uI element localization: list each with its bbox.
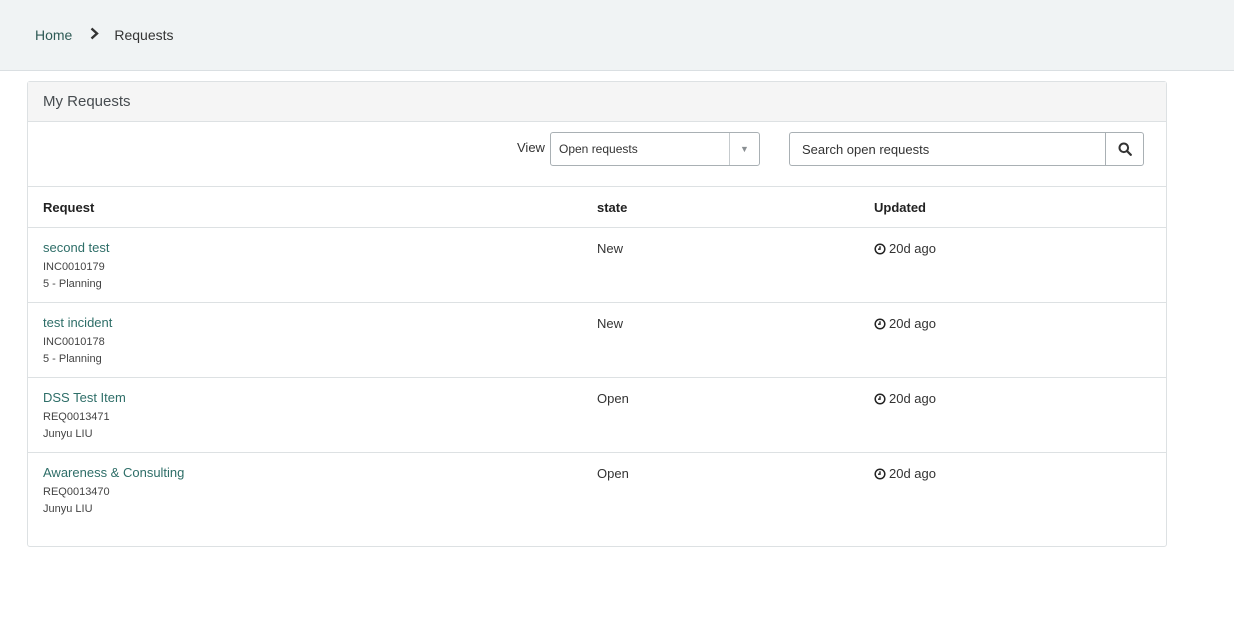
request-updated: 20d ago [874, 391, 936, 406]
table-header: Request state Updated [28, 187, 1166, 228]
request-updated: 20d ago [874, 241, 936, 256]
breadcrumb-home-link[interactable]: Home [35, 27, 72, 43]
request-title-link[interactable]: test incident [43, 315, 112, 330]
request-state: New [597, 241, 624, 256]
request-updated-text: 20d ago [889, 316, 936, 331]
request-title-link[interactable]: Awareness & Consulting [43, 465, 184, 480]
request-subtitle: Junyu LIU [43, 428, 93, 440]
top-bar: Home Requests [0, 0, 1234, 71]
table-row: DSS Test Item REQ0013471 Junyu LIU Open … [28, 378, 1166, 453]
search-icon [1118, 142, 1132, 156]
requests-toolbar: View Open requests ▼ [28, 122, 1166, 187]
request-subtitle: Junyu LIU [43, 503, 93, 515]
my-requests-panel: My Requests View Open requests ▼ Request… [27, 81, 1167, 547]
request-updated-text: 20d ago [889, 466, 936, 481]
request-updated: 20d ago [874, 316, 936, 331]
header-state: state [597, 200, 628, 215]
panel-title: My Requests [28, 82, 1166, 122]
request-state: New [597, 316, 624, 331]
request-state: Open [597, 391, 629, 406]
request-subtitle: 5 - Planning [43, 278, 102, 290]
breadcrumb: Home Requests [35, 27, 174, 43]
request-subtitle: 5 - Planning [43, 353, 102, 365]
table-row: test incident INC0010178 5 - Planning Ne… [28, 303, 1166, 378]
request-number: REQ0013470 [43, 486, 110, 498]
search-group [789, 132, 1144, 166]
request-number: INC0010179 [43, 261, 105, 273]
request-updated-text: 20d ago [889, 241, 936, 256]
view-select-value: Open requests [559, 142, 638, 156]
clock-icon [874, 317, 886, 330]
breadcrumb-current: Requests [114, 27, 174, 43]
search-input[interactable] [789, 132, 1105, 166]
caret-down-icon[interactable]: ▼ [729, 133, 759, 165]
request-updated-text: 20d ago [889, 391, 936, 406]
header-request: Request [43, 200, 95, 215]
chevron-right-icon [82, 27, 106, 43]
clock-icon [874, 392, 886, 405]
table-row: second test INC0010179 5 - Planning New … [28, 228, 1166, 303]
clock-icon [874, 242, 886, 255]
request-number: INC0010178 [43, 336, 105, 348]
clock-icon [874, 467, 886, 480]
request-state: Open [597, 466, 629, 481]
search-button[interactable] [1105, 132, 1144, 166]
request-updated: 20d ago [874, 466, 936, 481]
header-updated: Updated [874, 200, 926, 215]
view-select[interactable]: Open requests ▼ [550, 132, 760, 166]
view-label: View [517, 140, 545, 155]
table-row: Awareness & Consulting REQ0013470 Junyu … [28, 453, 1166, 528]
request-number: REQ0013471 [43, 411, 110, 423]
request-title-link[interactable]: DSS Test Item [43, 390, 126, 405]
request-title-link[interactable]: second test [43, 240, 110, 255]
